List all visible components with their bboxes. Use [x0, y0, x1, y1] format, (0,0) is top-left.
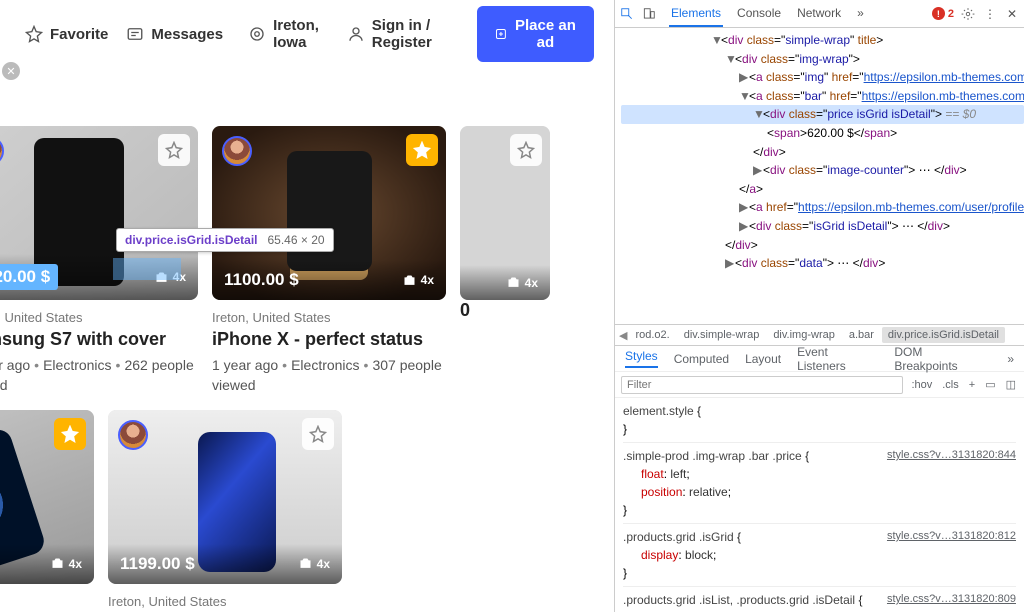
plus-icon	[495, 26, 507, 42]
selected-dom-node[interactable]: ▼<div class="price isGrid isDetail"> == …	[621, 105, 1024, 124]
close-icon[interactable]: ✕	[1004, 6, 1020, 22]
button-label: Place an ad	[515, 17, 576, 51]
styles-body[interactable]: element.style {}style.css?v…3131820:844.…	[615, 398, 1024, 612]
listing-card: 1100.00 $ 4x Ireton, United States iPhone…	[212, 126, 446, 396]
star-icon	[25, 25, 43, 43]
price: 1100.00 $	[224, 270, 299, 290]
nav-signin[interactable]: Sign in / Register	[347, 17, 459, 51]
tab-elements[interactable]: Elements	[669, 1, 723, 27]
more-icon[interactable]: »	[1007, 352, 1014, 366]
site-header: Favorite Messages Ireton, Iowa Sign in /…	[0, 0, 614, 76]
inspect-icon[interactable]	[619, 6, 635, 22]
nav-messages[interactable]: Messages	[126, 25, 223, 43]
tab-network[interactable]: Network	[795, 1, 843, 27]
target-icon	[248, 25, 266, 43]
tab-eventlisteners[interactable]: Event Listeners	[797, 345, 878, 373]
crumb[interactable]: div.simple-wrap	[678, 327, 766, 343]
tab-dombreakpoints[interactable]: DOM Breakpoints	[894, 345, 987, 373]
avatar[interactable]	[222, 136, 252, 166]
styles-tabs: Styles Computed Layout Event Listeners D…	[615, 346, 1024, 372]
styles-toolbar: :hov .cls + ▭ ◫	[615, 372, 1024, 398]
cls-toggle[interactable]: .cls	[940, 379, 961, 391]
listing-meta: 1 year ago•Electronics•262 people viewed	[0, 355, 198, 396]
dom-tree[interactable]: ▼<div class="simple-wrap" title> ▼<div c…	[615, 28, 1024, 324]
panel-icon[interactable]: ◫	[1004, 378, 1018, 391]
crumb[interactable]: a.bar	[843, 327, 880, 343]
listing-card: 999.00 $4x Ireton, United States	[0, 410, 94, 612]
inspect-tooltip: div.price.isGrid.isDetail 65.46 × 20	[116, 228, 334, 252]
website-pane: Favorite Messages Ireton, Iowa Sign in /…	[0, 0, 614, 612]
box-icon[interactable]: ▭	[983, 378, 997, 391]
inspect-highlight	[113, 258, 181, 280]
listing-title[interactable]: Samsung S7 with cover	[0, 329, 198, 350]
kebab-icon[interactable]: ⋮	[982, 6, 998, 22]
message-icon	[126, 25, 144, 43]
crumb[interactable]: rod.o2.	[629, 327, 675, 343]
nav-favorite[interactable]: Favorite	[25, 25, 108, 43]
devtools-pane: Elements Console Network » !2 ⋮ ✕ ▼<div …	[614, 0, 1024, 612]
listing-image[interactable]: 999.00 $4x	[0, 410, 94, 584]
listing-location: Ireton, United States	[0, 594, 94, 609]
new-rule-icon[interactable]: +	[967, 379, 977, 391]
device-icon[interactable]	[641, 6, 657, 22]
listing-location: Ireton, United States	[0, 310, 198, 325]
listing-meta: 1 year ago•Electronics•307 people viewed	[212, 355, 446, 396]
listing-title[interactable]: iPhone X - perfect status	[212, 329, 446, 350]
nav-label: Messages	[151, 26, 223, 43]
styles-filter-input[interactable]	[621, 376, 903, 394]
price: 620.00 $	[0, 264, 58, 290]
listing-image[interactable]: 1100.00 $ 4x	[212, 126, 446, 300]
listing-card: 4x 0	[460, 126, 550, 396]
favorite-toggle[interactable]	[158, 134, 190, 166]
favorite-toggle[interactable]	[302, 418, 334, 450]
listing-location: Ireton, United States	[212, 310, 446, 325]
user-icon	[347, 25, 365, 43]
close-icon[interactable]: ✕	[2, 62, 20, 80]
nav-location[interactable]: Ireton, Iowa	[241, 17, 329, 51]
breadcrumb: ◀ rod.o2. div.simple-wrap div.img-wrap a…	[615, 324, 1024, 346]
nav-label: Ireton, Iowa	[273, 17, 329, 51]
image-count: 4x	[50, 556, 82, 571]
tab-styles[interactable]: Styles	[625, 349, 658, 368]
image-count: 4x	[506, 275, 538, 290]
hov-toggle[interactable]: :hov	[909, 379, 934, 391]
favorite-toggle[interactable]	[54, 418, 86, 450]
image-count: 4x	[298, 556, 330, 571]
listings-grid: 4x over •1122 people 620.00 $4x Ireton, …	[0, 76, 614, 612]
crumb[interactable]: div.img-wrap	[767, 327, 841, 343]
devtools-toolbar: Elements Console Network » !2 ⋮ ✕	[615, 0, 1024, 28]
chevron-left-icon[interactable]: ◀	[619, 329, 627, 342]
gear-icon[interactable]	[960, 6, 976, 22]
error-indicator[interactable]: !2	[932, 7, 954, 20]
tab-more[interactable]: »	[855, 1, 866, 27]
image-count: 4x	[402, 273, 434, 288]
tab-computed[interactable]: Computed	[674, 352, 729, 366]
nav-label: Favorite	[50, 26, 108, 43]
avatar[interactable]	[118, 420, 148, 450]
listing-image[interactable]: 1199.00 $ 4x	[108, 410, 342, 584]
listing-card: 1199.00 $ 4x Ireton, United States	[108, 410, 342, 612]
tab-console[interactable]: Console	[735, 1, 783, 27]
place-ad-button[interactable]: Place an ad	[477, 6, 594, 62]
listing-location: Ireton, United States	[108, 594, 342, 609]
price: 1199.00 $	[120, 554, 195, 574]
favorite-toggle[interactable]	[510, 134, 542, 166]
favorite-toggle[interactable]	[406, 134, 438, 166]
listing-image[interactable]: 4x	[460, 126, 550, 300]
crumb[interactable]: div.price.isGrid.isDetail	[882, 327, 1005, 343]
tab-layout[interactable]: Layout	[745, 352, 781, 366]
nav-label: Sign in / Register	[372, 17, 459, 51]
listing-title[interactable]: 0	[460, 300, 550, 321]
